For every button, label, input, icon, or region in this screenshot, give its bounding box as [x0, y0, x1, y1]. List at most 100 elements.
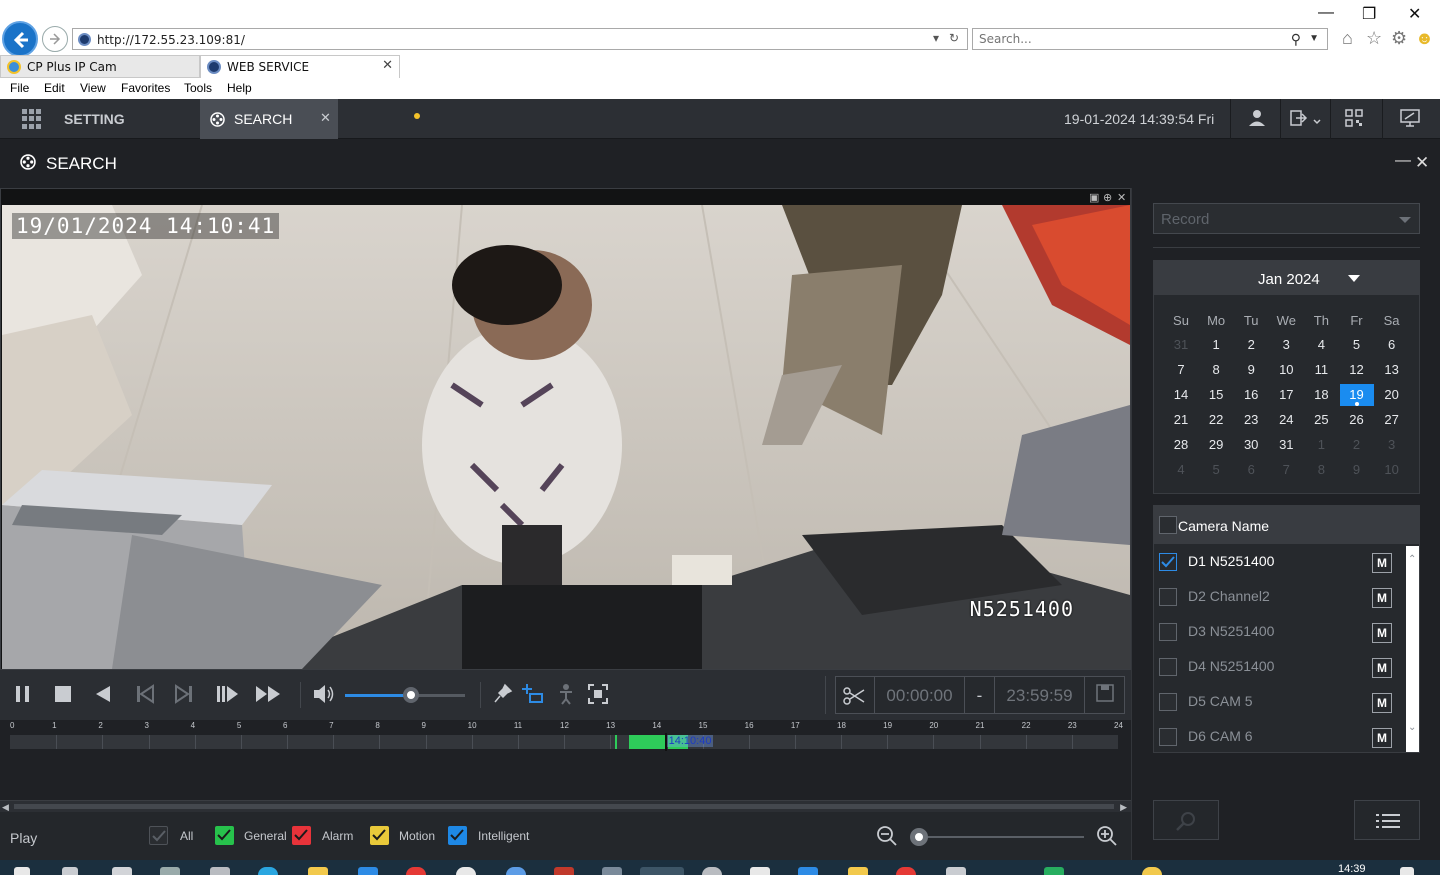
calendar-day[interactable]: 17: [1269, 384, 1303, 406]
camera-checkbox[interactable]: [1159, 693, 1177, 711]
tab-search[interactable]: SEARCH ✕: [200, 99, 338, 139]
camera-checkbox[interactable]: [1159, 553, 1177, 571]
minimize-icon[interactable]: —: [1318, 4, 1334, 22]
camera-checkbox[interactable]: [1159, 728, 1177, 746]
restore-icon[interactable]: ❐: [1362, 4, 1376, 24]
zoom-in-icon[interactable]: [1096, 825, 1118, 847]
calendar-day[interactable]: 31: [1269, 434, 1303, 456]
calendar-day[interactable]: 12: [1340, 359, 1374, 381]
timeline-track[interactable]: 14:10:40: [10, 733, 1118, 751]
app-taskbar-icon[interactable]: [702, 867, 722, 875]
scroll-thumb[interactable]: [14, 804, 1114, 809]
app-taskbar-icon[interactable]: [750, 867, 770, 875]
menu-tools[interactable]: Tools: [184, 81, 212, 95]
address-bar[interactable]: http://172.55.23.109:81/ ▾ ↻: [72, 28, 968, 50]
calendar-day[interactable]: 16: [1234, 384, 1268, 406]
file-list-button[interactable]: [1354, 800, 1420, 840]
camera-row[interactable]: D2 Channel2 M: [1154, 580, 1404, 615]
volume-slider[interactable]: [345, 687, 465, 703]
calendar-day[interactable]: 8: [1199, 359, 1233, 381]
calendar-day[interactable]: 26: [1340, 409, 1374, 431]
calendar-day[interactable]: 7: [1164, 359, 1198, 381]
camera-row[interactable]: D5 CAM 5 M: [1154, 685, 1404, 720]
favorites-star-icon[interactable]: ☆: [1366, 28, 1382, 49]
search-file-button[interactable]: [1153, 800, 1219, 840]
calendar-day[interactable]: 9: [1340, 459, 1374, 481]
volume-icon[interactable]: [312, 682, 336, 706]
search-taskbar-icon[interactable]: [62, 867, 78, 875]
calendar-day[interactable]: 18: [1304, 384, 1338, 406]
gear-icon[interactable]: ⚙: [1391, 28, 1407, 49]
camera-checkbox[interactable]: [1159, 623, 1177, 641]
taskview-icon[interactable]: [112, 867, 132, 875]
app-taskbar-icon[interactable]: [160, 867, 180, 875]
menu-help[interactable]: Help: [227, 81, 252, 95]
calendar-day[interactable]: 3: [1375, 434, 1409, 456]
main-stream-button[interactable]: M: [1372, 693, 1392, 713]
zoom-knob[interactable]: [910, 828, 928, 846]
browser-search-input[interactable]: [979, 32, 1279, 46]
app-taskbar-icon[interactable]: [848, 867, 868, 875]
search-icon[interactable]: ⚲: [1291, 31, 1301, 48]
zoom-out-icon[interactable]: [876, 825, 898, 847]
filter-general-checkbox[interactable]: [215, 826, 234, 845]
calendar-day[interactable]: 1: [1199, 334, 1233, 356]
calendar-day[interactable]: 13: [1375, 359, 1409, 381]
play-backward-icon[interactable]: [92, 682, 114, 706]
camera-row[interactable]: D1 N5251400 M: [1154, 545, 1404, 580]
windows-start-icon[interactable]: [14, 867, 30, 875]
calendar-day[interactable]: 22: [1199, 409, 1233, 431]
calendar-day[interactable]: 20: [1375, 384, 1409, 406]
calendar-day[interactable]: 19: [1339, 384, 1374, 406]
chevron-down-icon[interactable]: [1348, 275, 1360, 282]
recording-segment[interactable]: [614, 735, 618, 749]
calendar-day[interactable]: 11: [1304, 359, 1338, 381]
main-stream-button[interactable]: M: [1372, 728, 1392, 748]
camera-row[interactable]: D6 CAM 6 M: [1154, 720, 1404, 755]
record-type-select[interactable]: Record: [1153, 203, 1420, 234]
filter-alarm-checkbox[interactable]: [292, 826, 311, 845]
scroll-down-icon[interactable]: ⌄: [1408, 722, 1416, 733]
calendar-day[interactable]: 23: [1234, 409, 1268, 431]
browser-tab-web-service[interactable]: WEB SERVICE ✕: [200, 55, 400, 78]
save-clip-button[interactable]: [1084, 677, 1124, 713]
calendar-day[interactable]: 31: [1164, 334, 1198, 356]
smiley-feedback-icon[interactable]: ☻: [1415, 28, 1434, 49]
clip-start-time[interactable]: 00:00:00: [874, 677, 964, 713]
calendar-day[interactable]: 10: [1269, 359, 1303, 381]
search-dropdown-icon[interactable]: ▼: [1309, 33, 1319, 44]
camera-checkbox[interactable]: [1159, 658, 1177, 676]
calendar-day[interactable]: 29: [1199, 434, 1233, 456]
dropdown-arrow-icon[interactable]: ▾: [933, 31, 939, 45]
calendar-day[interactable]: 2: [1340, 434, 1374, 456]
calendar-day[interactable]: 27: [1375, 409, 1409, 431]
app-taskbar-icon[interactable]: [1044, 867, 1064, 875]
menu-favorites[interactable]: Favorites: [121, 81, 170, 95]
store-icon[interactable]: [358, 867, 378, 875]
main-stream-button[interactable]: M: [1372, 553, 1392, 573]
filter-all-checkbox[interactable]: [149, 826, 168, 845]
app-taskbar-icon[interactable]: [456, 867, 476, 875]
calendar-day[interactable]: 9: [1234, 359, 1268, 381]
menu-edit[interactable]: Edit: [44, 81, 65, 95]
clip-end-time[interactable]: 23:59:59: [994, 677, 1084, 713]
fast-forward-icon[interactable]: [254, 682, 282, 706]
scroll-up-icon[interactable]: ⌃: [1408, 554, 1416, 565]
snapshot-icon[interactable]: ▣: [1089, 191, 1099, 204]
recording-segment[interactable]: [628, 735, 666, 749]
smart-search-icon[interactable]: [520, 682, 546, 706]
select-all-cameras-checkbox[interactable]: [1159, 516, 1177, 534]
forward-button[interactable]: [42, 26, 68, 52]
qr-code-icon[interactable]: [1345, 109, 1363, 127]
camera-list-scrollbar[interactable]: ⌃ ⌄: [1406, 546, 1419, 752]
main-stream-button[interactable]: M: [1372, 623, 1392, 643]
scissors-icon[interactable]: [842, 685, 866, 707]
monitor-icon[interactable]: [1400, 109, 1420, 127]
minimize-icon[interactable]: —: [1395, 152, 1411, 170]
calendar-day[interactable]: 4: [1304, 334, 1338, 356]
app-taskbar-icon[interactable]: [210, 867, 230, 875]
timeline-zoom-slider[interactable]: [912, 836, 1084, 838]
home-icon[interactable]: ⌂: [1342, 28, 1353, 49]
calendar-day[interactable]: 6: [1234, 459, 1268, 481]
notification-icon[interactable]: [1400, 867, 1414, 875]
